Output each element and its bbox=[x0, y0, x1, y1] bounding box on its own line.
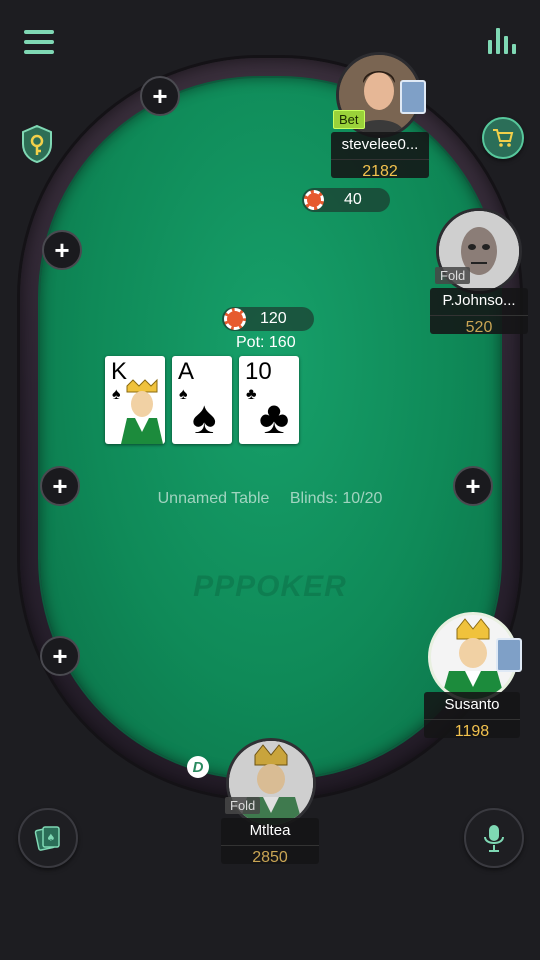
player-name-bottom: Mtltea bbox=[249, 822, 291, 839]
community-card-1: K ♠ bbox=[105, 356, 165, 444]
microphone-icon bbox=[484, 825, 504, 852]
player-chips-right-bottom: 1198 bbox=[424, 719, 520, 741]
bet-amount: 40 bbox=[344, 191, 362, 208]
pot-chips: 120 bbox=[260, 310, 287, 327]
player-nameplate-top: stevelee0... 2182 bbox=[331, 132, 429, 181]
microphone-button[interactable] bbox=[464, 808, 524, 868]
player-nameplate-right-top: P.Johnso... 520 bbox=[430, 288, 528, 337]
chip-stack-icon bbox=[224, 308, 246, 330]
player-status-badge-top: Bet bbox=[333, 110, 365, 129]
player-nameplate-bottom: Mtltea 2850 bbox=[221, 818, 319, 867]
chip-icon bbox=[304, 190, 324, 210]
player-status-badge-bottom: Fold bbox=[225, 797, 261, 814]
shop-button[interactable] bbox=[482, 117, 524, 159]
king-face-icon bbox=[121, 378, 163, 444]
player-chips-right-top: 520 bbox=[430, 315, 528, 337]
player-status-badge-right-top: Fold bbox=[435, 267, 471, 284]
table-name: Unnamed Table bbox=[157, 490, 270, 507]
pot-chips-pill: 120 bbox=[222, 307, 314, 331]
card-deck-icon: ♠ bbox=[34, 826, 60, 851]
menu-icon[interactable] bbox=[24, 30, 54, 54]
player-name-right-top: P.Johnso... bbox=[442, 292, 516, 309]
player-name-top: stevelee0... bbox=[341, 136, 419, 153]
shield-key-icon[interactable] bbox=[20, 124, 54, 164]
empty-seat-button-left-bottom[interactable]: + bbox=[40, 636, 80, 676]
empty-seat-button-left-top[interactable]: + bbox=[42, 230, 82, 270]
empty-seat-button-top-left[interactable]: + bbox=[140, 76, 180, 116]
community-card-3: 10 ♣ ♣ bbox=[239, 356, 299, 444]
player-chips-bottom: 2850 bbox=[221, 845, 319, 867]
bet-amount-pill: 40 bbox=[302, 188, 390, 212]
player-name-right-bottom: Susanto bbox=[444, 696, 500, 713]
player-avatar-bottom[interactable] bbox=[226, 738, 316, 828]
shopping-cart-icon bbox=[493, 129, 514, 147]
community-card-2: A ♠ ♠ bbox=[172, 356, 232, 444]
bar-chart-icon[interactable] bbox=[488, 28, 518, 54]
player-chips-top: 2182 bbox=[331, 159, 429, 181]
dealer-button: D bbox=[187, 756, 209, 778]
table-info: Unnamed Table Blinds: 10/20 bbox=[0, 490, 540, 508]
pot-label: Pot: 160 bbox=[236, 334, 296, 351]
player-nameplate-right-bottom: Susanto 1198 bbox=[424, 692, 520, 741]
player-hole-cards-top bbox=[400, 80, 426, 114]
cards-button[interactable]: ♠ bbox=[18, 808, 78, 868]
blinds-info: Blinds: 10/20 bbox=[289, 490, 383, 507]
svg-text:♠: ♠ bbox=[47, 833, 56, 844]
watermark-logo: PPPOKER bbox=[193, 570, 347, 603]
player-hole-cards-right-bottom bbox=[496, 638, 522, 672]
